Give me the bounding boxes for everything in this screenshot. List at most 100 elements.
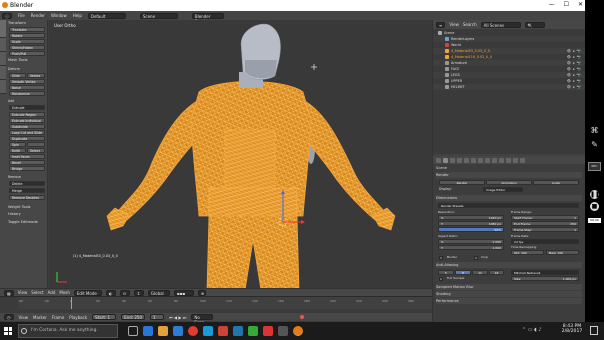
- tab-grease-pencil[interactable]: [0, 80, 6, 94]
- shading-panel-header[interactable]: Shading: [436, 291, 582, 297]
- menu-view[interactable]: View: [18, 290, 28, 295]
- res-y-field[interactable]: Y: 1080 px: [438, 221, 504, 226]
- particles-tab-icon[interactable]: [513, 157, 518, 163]
- knife-button[interactable]: Knife: [9, 148, 26, 153]
- animation-button[interactable]: Animation: [486, 180, 532, 185]
- modifiers-tab-icon[interactable]: [485, 157, 490, 163]
- push-pull-button[interactable]: Push/Pull: [9, 51, 45, 56]
- full-sample-checkbox-box[interactable]: [439, 277, 443, 281]
- tl-menu-frame[interactable]: Frame: [52, 315, 64, 320]
- row-flags-icon[interactable]: 👁▸📷: [567, 84, 583, 90]
- res-x-field[interactable]: X: 1920 px: [438, 215, 504, 220]
- smooth-vertex-button[interactable]: Smooth Vertex: [9, 79, 45, 84]
- end-frame-field[interactable]: End: 250: [121, 314, 146, 320]
- tl-menu-playback[interactable]: Playback: [69, 315, 87, 320]
- menu-add[interactable]: Add: [48, 290, 56, 295]
- playback-controls[interactable]: ⏮ ◀ ▶ ⏭: [169, 315, 186, 320]
- store-icon[interactable]: [173, 326, 183, 336]
- aspect-y-field[interactable]: Y: 1.000: [438, 245, 504, 250]
- render-panel-header[interactable]: Render: [436, 172, 582, 178]
- outliner-view[interactable]: View: [449, 22, 459, 27]
- toggle-editmode-panel[interactable]: Toggle Editmode: [8, 220, 38, 224]
- vertex-button[interactable]: Vertex: [27, 73, 45, 78]
- character-mesh[interactable]: [49, 20, 432, 290]
- display-select[interactable]: Image Editor: [483, 187, 523, 192]
- border-checkbox[interactable]: Border: [447, 254, 477, 260]
- layers-tab-icon[interactable]: [450, 157, 455, 163]
- pause-icon[interactable]: ❚❚: [590, 190, 600, 199]
- extrude-region-button[interactable]: Extrude Region: [9, 112, 45, 117]
- scene-tab-icon[interactable]: [457, 157, 462, 163]
- performance-panel-header[interactable]: Performance: [436, 298, 582, 304]
- translate-button[interactable]: Translate: [9, 27, 45, 32]
- extrude-select[interactable]: Extrude: [9, 105, 45, 110]
- dimensions-panel-header[interactable]: Dimensions: [436, 195, 582, 201]
- blender-taskbar-icon[interactable]: [293, 326, 303, 336]
- sync-selector[interactable]: No Sync: [191, 314, 214, 322]
- motion-blur-panel-header[interactable]: Sampled Motion Blur: [436, 284, 582, 290]
- outliner-search[interactable]: Search: [463, 22, 477, 27]
- object-tab-icon[interactable]: [471, 157, 476, 163]
- section-mesh-tools[interactable]: Mesh Tools: [8, 58, 27, 62]
- tab-options[interactable]: [0, 66, 6, 80]
- end-frame-field[interactable]: End Frame: 250: [511, 221, 579, 226]
- minimize-button[interactable]: —: [549, 1, 555, 8]
- app-icon-green[interactable]: [248, 326, 258, 336]
- shading-selector[interactable]: ◐: [105, 289, 116, 296]
- physics-tab-icon[interactable]: [520, 157, 525, 163]
- crop-checkbox-box[interactable]: [474, 256, 478, 260]
- rotate-button[interactable]: Rotate: [9, 33, 45, 38]
- section-transform[interactable]: Transform: [8, 21, 26, 25]
- tab-shading[interactable]: [0, 52, 6, 66]
- app-icon-photos[interactable]: [233, 326, 243, 336]
- edge-icon[interactable]: [143, 326, 153, 336]
- aa-filter-select[interactable]: Mitchell-Netravali: [511, 270, 579, 275]
- slide-button[interactable]: Slide: [9, 73, 26, 78]
- timeline-ruler[interactable]: -40 -20 0 20 40 60 80 100 120 140 160 18…: [18, 297, 432, 309]
- noise-button[interactable]: Noise: [9, 85, 45, 90]
- editor-type-outliner-icon[interactable]: ≡: [436, 21, 446, 28]
- render-engine-selector[interactable]: Blender Render: [191, 12, 224, 24]
- 3d-viewport[interactable]: User Ortho (1) 4_Material53_0.03_0_0: [49, 20, 432, 290]
- res-percentage-slider[interactable]: 50%: [438, 227, 504, 232]
- loop-cut-button[interactable]: Loop Cut and Slide: [9, 130, 45, 135]
- select-mode-buttons[interactable]: ▪▪▪: [173, 289, 194, 296]
- pivot-icon[interactable]: ⊙: [119, 289, 130, 296]
- old-field[interactable]: Old: 100: [511, 250, 544, 255]
- tray-icons[interactable]: ⌃ ▭ ◖ ♪: [522, 327, 542, 333]
- camera-icon[interactable]: ⌘: [590, 126, 599, 135]
- bevel-button[interactable]: Bevel: [9, 160, 45, 165]
- frame-step-field[interactable]: Frame Step: 1: [511, 227, 579, 232]
- inset-faces-button[interactable]: Inset Faces: [9, 154, 45, 159]
- constraints-tab-icon[interactable]: [478, 157, 483, 163]
- notifications-icon[interactable]: [590, 326, 598, 335]
- remove-doubles-button[interactable]: Remove Doubles: [9, 195, 45, 200]
- render-presets-select[interactable]: Render Presets: [438, 203, 579, 208]
- tab-create[interactable]: [0, 38, 6, 52]
- snap-icon[interactable]: ⊕: [197, 289, 206, 296]
- playhead[interactable]: [71, 297, 72, 309]
- close-button[interactable]: ✕: [578, 1, 583, 8]
- start-frame-field[interactable]: Start Frame: 1: [511, 215, 579, 220]
- app-icon-recorder[interactable]: [263, 326, 273, 336]
- mode-selector[interactable]: Edit Mode: [73, 289, 102, 296]
- menu-mesh[interactable]: Mesh: [59, 290, 70, 295]
- app-icon-gray[interactable]: [278, 326, 288, 336]
- audio-button[interactable]: Audio: [533, 180, 579, 185]
- cortana-search-box[interactable]: I'm Cortana. Ask me anything.: [18, 324, 118, 338]
- render-tab-icon[interactable]: [443, 157, 448, 163]
- duplicate-button[interactable]: Duplicate: [9, 136, 45, 141]
- menu-render[interactable]: Render: [31, 13, 45, 18]
- aa-size-field[interactable]: Size: 1.000 px: [511, 276, 579, 281]
- section-history[interactable]: History: [8, 212, 21, 216]
- outliner-row-helmet[interactable]: HELMET 👁▸📷: [433, 84, 585, 90]
- tl-menu-marker[interactable]: Marker: [33, 315, 47, 320]
- crop-checkbox[interactable]: Crop: [481, 254, 511, 260]
- randomize-button[interactable]: Randomize: [9, 91, 45, 96]
- manipulator-icon[interactable]: ↕: [133, 289, 144, 296]
- full-sample-checkbox[interactable]: Full Sample: [447, 275, 497, 281]
- new-field[interactable]: New: 100: [546, 250, 579, 255]
- file-explorer-icon[interactable]: [158, 326, 168, 336]
- screw-button[interactable]: [27, 142, 45, 147]
- editor-type-icon[interactable]: ⓘ: [2, 12, 12, 19]
